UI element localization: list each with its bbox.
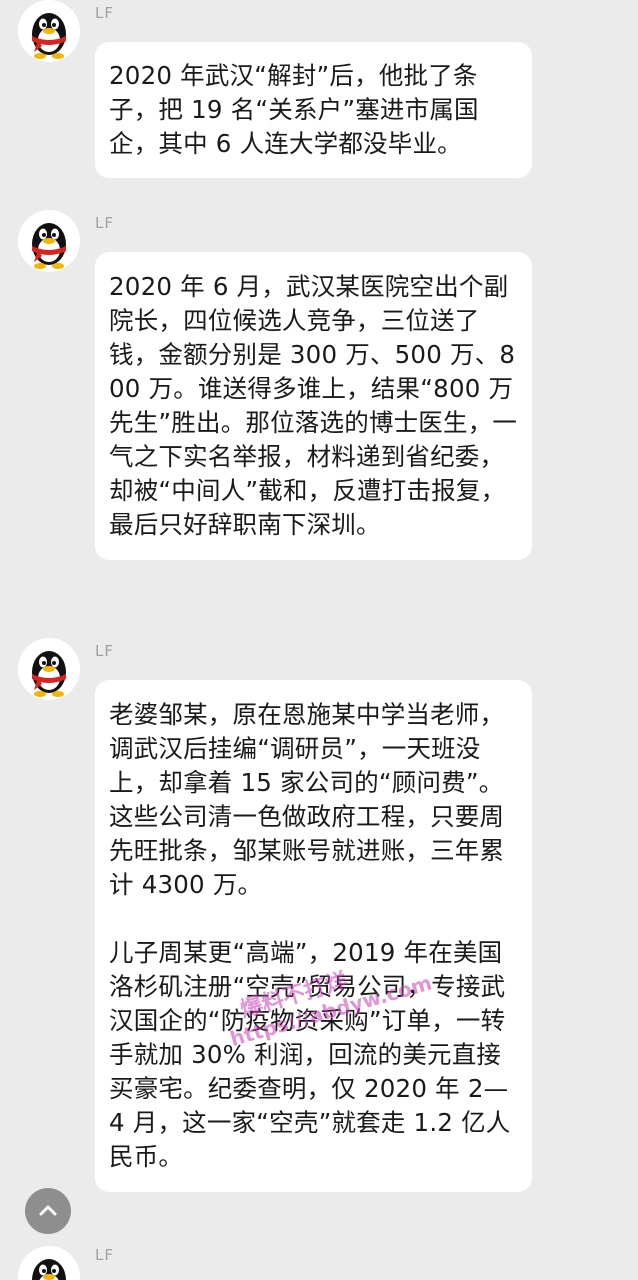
penguin-avatar-icon	[18, 638, 80, 700]
sender-name: LF	[95, 1246, 114, 1264]
message-text: 老婆邹某，原在恩施某中学当老师，调武汉后挂编“调研员”，一天班没上，却拿着 15…	[109, 700, 505, 899]
avatar[interactable]	[18, 638, 80, 700]
message-text: 儿子周某更“高端”，2019 年在美国洛杉矶注册“空壳”贸易公司，专接武汉国企的…	[109, 938, 511, 1171]
sender-name: LF	[95, 642, 114, 660]
message-bubble[interactable]: 老婆邹某，原在恩施某中学当老师，调武汉后挂编“调研员”，一天班没上，却拿着 15…	[95, 680, 532, 1192]
scroll-to-top-button[interactable]	[25, 1188, 71, 1234]
message-text: 2020 年 6 月，武汉某医院空出个副院长，四位候选人竞争，三位送了钱，金额分…	[109, 272, 518, 539]
penguin-avatar-icon	[18, 0, 80, 62]
avatar[interactable]	[18, 0, 80, 62]
penguin-avatar-icon	[18, 1246, 80, 1280]
avatar[interactable]	[18, 1246, 80, 1280]
message-text: 2020 年武汉“解封”后，他批了条子，把 19 名“关系户”塞进市属国企，其中…	[109, 61, 479, 158]
sender-name: LF	[95, 214, 114, 232]
penguin-avatar-icon	[18, 210, 80, 272]
avatar[interactable]	[18, 210, 80, 272]
chevron-up-icon	[39, 1205, 57, 1216]
message-bubble[interactable]: 2020 年武汉“解封”后，他批了条子，把 19 名“关系户”塞进市属国企，其中…	[95, 42, 532, 178]
message-bubble[interactable]: 2020 年 6 月，武汉某医院空出个副院长，四位候选人竞争，三位送了钱，金额分…	[95, 252, 532, 560]
sender-name: LF	[95, 4, 114, 22]
chat-screen: LF 2020 年武汉“解封”后，他批了条子，把 19 名“关系户”塞进市属国企…	[0, 0, 638, 1280]
